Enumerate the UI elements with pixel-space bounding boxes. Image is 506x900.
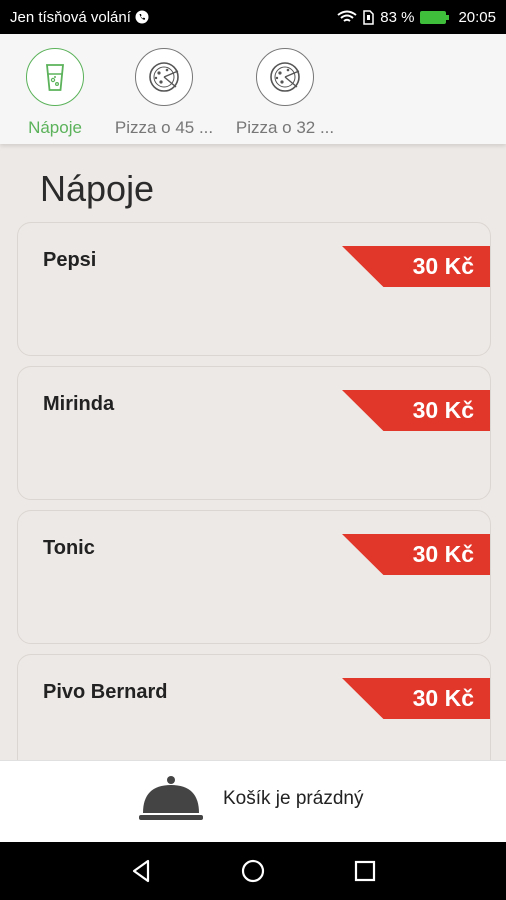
menu-item-card[interactable]: Tonic 30 Kč xyxy=(17,510,491,644)
item-name: Pivo Bernard xyxy=(43,681,168,703)
menu-item-card[interactable]: Mirinda 30 Kč xyxy=(17,366,491,500)
sim-icon xyxy=(363,9,374,25)
price-tag: 30 Kč xyxy=(342,390,490,431)
category-tab-bar: Nápoje Pizza o 45 ... Pizza o 32 ... xyxy=(0,34,506,144)
item-price: 30 Kč xyxy=(412,253,474,279)
status-bar: Jen tísňová volání 83 % 20:05 xyxy=(0,0,506,34)
carrier-text: Jen tísňová volání xyxy=(10,8,131,26)
item-price: 30 Kč xyxy=(412,541,474,567)
cloche-icon xyxy=(139,776,203,820)
item-price: 30 Kč xyxy=(412,685,474,711)
home-icon[interactable] xyxy=(238,856,268,886)
tab-label: Nápoje xyxy=(28,118,82,137)
drink-glass-icon xyxy=(26,48,84,106)
tab-label: Pizza o 32 ... xyxy=(235,118,335,137)
pizza-icon xyxy=(135,48,193,106)
tab-label: Pizza o 45 ... xyxy=(114,118,214,137)
item-price: 30 Kč xyxy=(412,397,474,423)
cart-status: Košík je prázdný xyxy=(223,788,364,809)
tab-napoje[interactable]: Nápoje xyxy=(0,48,115,138)
pizza-icon xyxy=(256,48,314,106)
phone-icon xyxy=(135,10,149,24)
system-nav-bar xyxy=(0,842,506,900)
item-name: Tonic xyxy=(43,537,95,559)
section-title: Nápoje xyxy=(40,168,155,209)
tab-pizza-32[interactable]: Pizza o 32 ... xyxy=(225,48,345,138)
back-icon[interactable] xyxy=(126,856,156,886)
price-tag: 30 Kč xyxy=(342,246,490,287)
clock: 20:05 xyxy=(458,8,496,26)
battery-percent: 83 % xyxy=(380,8,415,26)
wifi-icon xyxy=(337,10,357,22)
tab-pizza-45[interactable]: Pizza o 45 ... xyxy=(104,48,224,138)
price-tag: 30 Kč xyxy=(342,534,490,575)
cart-bar[interactable]: Košík je prázdný xyxy=(0,760,506,842)
menu-item-card[interactable]: Pepsi 30 Kč xyxy=(17,222,491,356)
item-name: Pepsi xyxy=(43,249,97,271)
item-name: Mirinda xyxy=(43,393,115,415)
battery-icon xyxy=(420,10,450,24)
recents-icon[interactable] xyxy=(350,856,380,886)
price-tag: 30 Kč xyxy=(342,678,490,719)
